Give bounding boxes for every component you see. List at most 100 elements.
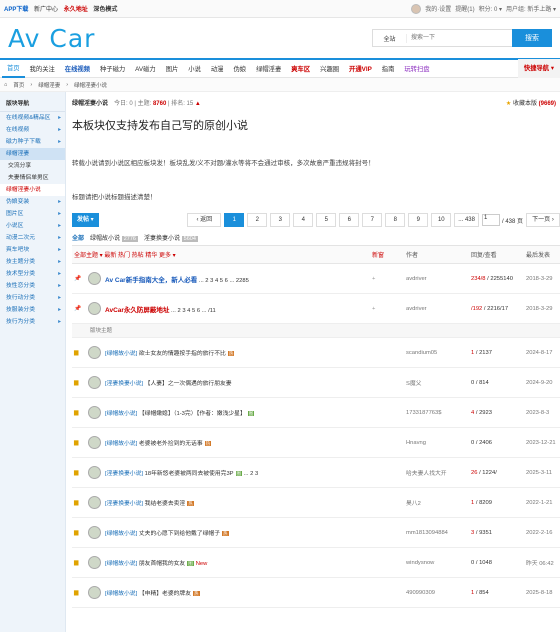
sidebar-item[interactable]: 技服装分类	[0, 304, 65, 316]
thread-author[interactable]: 哈夫妻人找大开	[406, 468, 471, 477]
thread-pages[interactable]: ... 2 3 4 5 6 ... 2285	[199, 278, 249, 284]
thread-author[interactable]: avdriver	[406, 306, 471, 312]
thread-author[interactable]: Hnavng	[406, 440, 471, 446]
new-window-icon[interactable]: +	[372, 276, 406, 282]
page-link[interactable]: 10	[431, 213, 452, 227]
nav-follow[interactable]: 我的关注	[25, 64, 60, 73]
nav-online-video[interactable]: 在线视频	[60, 64, 95, 73]
thread-date[interactable]: 2025-8-18	[526, 590, 560, 596]
notifications-link[interactable]: 提醒(1)	[455, 4, 474, 13]
thread-category[interactable]: [绿帽故小说]	[105, 441, 137, 447]
nav-car-zone[interactable]: 爽车区	[286, 64, 315, 73]
avatar[interactable]	[88, 272, 101, 285]
thread-author[interactable]: mm1813094884	[406, 530, 471, 536]
nav-extra[interactable]: 玩转扫盘	[399, 64, 434, 73]
sidebar-item[interactable]: 磁力种子下载	[0, 136, 65, 148]
thread-title[interactable]: 丈夫的心愿下到给他戴了绿帽子	[139, 531, 220, 537]
page-jump-input[interactable]: 1	[481, 214, 500, 226]
thread-row[interactable]: ▆ [绿帽故小说] 【申精】老婆的牌友热 490990309 1 / 854 2025-…	[72, 578, 560, 608]
nav-interest[interactable]: 兴趣圈	[315, 64, 344, 73]
thread-title[interactable]: 欲士女友的情趣按手指的旅行不比	[139, 351, 226, 357]
sidebar-item[interactable]: 动漫二次元	[0, 232, 65, 244]
thread-date[interactable]: 2024-9-20	[526, 380, 560, 386]
thread-category[interactable]: [绿帽故小说]	[105, 531, 137, 537]
avatar[interactable]	[88, 496, 101, 509]
thread-row[interactable]: ▆ [绿帽故小说] 欲士女友的情趣按手指的旅行不比热 scandium05 1 / 2…	[72, 338, 560, 368]
thread-author[interactable]: scandium05	[406, 350, 471, 356]
tab-wife-novel[interactable]: 淫妻换妻小说 5604	[144, 233, 198, 242]
nav-anime[interactable]: 动漫	[206, 64, 229, 73]
thread-title[interactable]: 朋友首帽我的女友	[139, 561, 185, 567]
thread-title[interactable]: 老婆被老外捡到的无话事	[139, 441, 203, 447]
thread-category[interactable]: [淫妻换妻小说]	[105, 501, 143, 507]
sidebar-item[interactable]: 技主题分类	[0, 256, 65, 268]
avatar[interactable]	[88, 556, 101, 569]
nav-torrent[interactable]: 种子磁力	[95, 64, 130, 73]
tab-cuckold-novel[interactable]: 绿帽故小说 2776	[90, 233, 138, 242]
thread-category[interactable]: [绿帽故小说]	[105, 351, 137, 357]
page-link[interactable]: 4	[293, 213, 314, 227]
nav-novels[interactable]: 小说	[183, 64, 206, 73]
page-link[interactable]: 3	[270, 213, 291, 227]
sidebar-item[interactable]: 技行为分类	[0, 316, 65, 328]
page-link[interactable]: ... 438	[454, 213, 479, 227]
thread-date[interactable]: 2022-2-16	[526, 530, 560, 536]
thread-pages[interactable]: ... 2 3	[244, 471, 259, 477]
thread-title[interactable]: 【人妻】之一次偶遇的旅行朋友妻	[145, 381, 232, 387]
usergroup-link[interactable]: 用户组: 新手上路 ▾	[506, 4, 556, 13]
thread-date[interactable]: 2022-1-21	[526, 500, 560, 506]
thread-date[interactable]: 2018-3-29	[526, 306, 560, 312]
nav-cuckold[interactable]: 绿帽淫妻	[251, 64, 286, 73]
nav-guide[interactable]: 指南	[377, 64, 400, 73]
app-download-link[interactable]: APP下载	[4, 7, 28, 13]
thread-title[interactable]: 【申精】老婆的牌友	[139, 591, 191, 597]
avatar[interactable]	[88, 436, 101, 449]
sidebar-item[interactable]: 技性恋分类	[0, 280, 65, 292]
new-window-icon[interactable]: +	[372, 306, 406, 312]
nav-av-magnet[interactable]: AV磁力	[130, 64, 161, 73]
nav-vip[interactable]: 开通VIP	[344, 64, 377, 73]
avatar[interactable]	[88, 302, 101, 315]
next-page-button[interactable]: 下一页 ›	[526, 213, 560, 227]
avatar[interactable]	[88, 586, 101, 599]
thread-title[interactable]: 【绿帽嫩媳】（1-3完）【作者：嫩浅少星】	[139, 411, 246, 417]
thread-title[interactable]: AvCar永久防屏蔽地址	[105, 307, 169, 314]
sidebar-item[interactable]: 交流分享	[0, 160, 65, 172]
thread-date[interactable]: 2023-8-3	[526, 410, 560, 416]
home-icon[interactable]: ⌂	[4, 82, 7, 88]
breadcrumb-subforum[interactable]: 绿帽淫妻小说	[74, 81, 107, 89]
thread-title[interactable]: 18年新悠老婆被两同去被使用完3P	[145, 471, 234, 477]
thread-date[interactable]: 2023-12-21	[526, 440, 560, 446]
thread-date[interactable]: 2025-3-11	[526, 470, 560, 476]
nav-pictures[interactable]: 图片	[161, 64, 184, 73]
favorite-forum-button[interactable]: ★ 收藏本版 (9669)	[506, 98, 556, 107]
thread-row[interactable]: ▆ [淫妻换妻小说] 【人妻】之一次偶遇的旅行朋友妻 S魔父 0 / 814 2024-…	[72, 368, 560, 398]
sidebar-item[interactable]: 在线视频	[0, 124, 65, 136]
avatar[interactable]	[88, 466, 101, 479]
sidebar-item[interactable]: 小说区	[0, 220, 65, 232]
search-scope-select[interactable]: 全站	[373, 33, 407, 43]
sidebar-item[interactable]: 伪娘变装	[0, 196, 65, 208]
thread-author[interactable]: avdriver	[406, 276, 471, 282]
thread-row[interactable]: ▆ [绿帽故小说] 丈夫的心愿下到给他戴了绿帽子热 mm1813094884 3 / …	[72, 518, 560, 548]
my-settings-link[interactable]: 我的·设置	[425, 4, 451, 13]
thread-category[interactable]: [淫妻换妻小说]	[105, 381, 143, 387]
breadcrumb-home[interactable]: 首页	[13, 81, 24, 89]
sticky-thread-row[interactable]: 📌 Av Car新手指南大全，新人必看 ... 2 3 4 5 6 ... 228…	[72, 264, 560, 294]
avatar[interactable]	[88, 526, 101, 539]
search-button[interactable]: 搜索	[512, 29, 552, 47]
thread-filter[interactable]: 全部主题 ▾ 最新 热门 热帖 精华 更多 ▾	[72, 250, 372, 259]
permanent-address-link[interactable]: 永久地址	[64, 7, 88, 13]
thread-row[interactable]: ▆ [绿帽故小说] 朋友首帽我的女友图 New windysnow 0 / 1048 昨天…	[72, 548, 560, 578]
new-thread-button[interactable]: 发帖 ▾	[72, 213, 99, 227]
sidebar-item[interactable]: 夫妻情侣单男区	[0, 172, 65, 184]
sidebar-item[interactable]: 绿帽淫妻	[0, 148, 65, 160]
sidebar-item[interactable]: 技行动分类	[0, 292, 65, 304]
thread-pages[interactable]: ... 2 3 4 5 6 ... /11	[171, 308, 216, 314]
site-logo[interactable]: Av Car	[8, 24, 95, 53]
thread-date[interactable]: 昨天 06:42	[526, 558, 560, 567]
sidebar-item[interactable]: 图片区	[0, 208, 65, 220]
nav-home[interactable]: 首页	[2, 60, 25, 78]
thread-author[interactable]: 490990309	[406, 590, 471, 596]
sidebar-item[interactable]: 绿帽淫妻小说	[0, 184, 65, 196]
